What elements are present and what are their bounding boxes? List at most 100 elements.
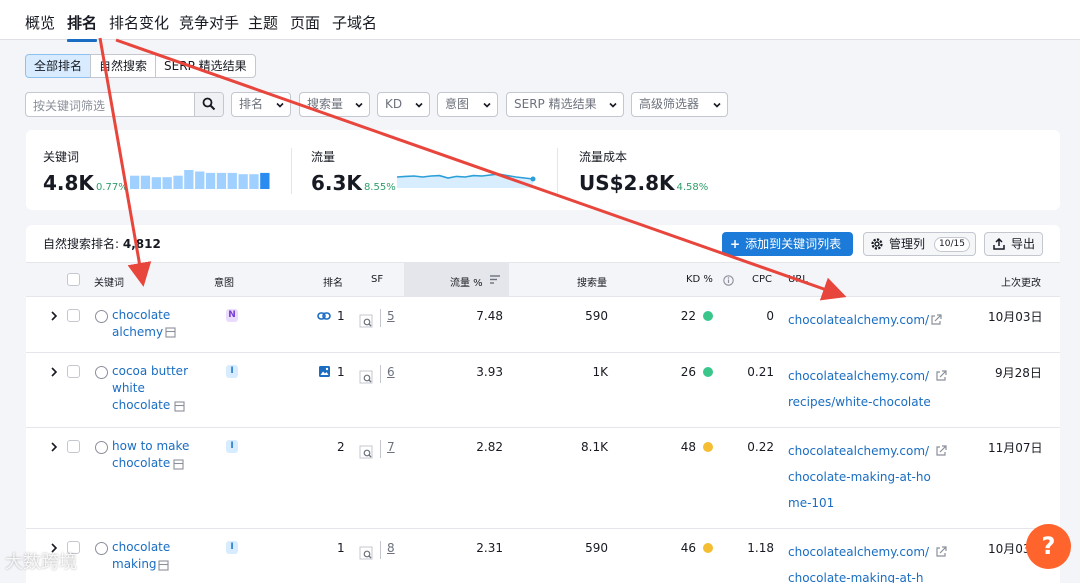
serp-snapshot-icon[interactable] — [173, 459, 184, 470]
add-keyword-icon[interactable] — [95, 366, 108, 379]
table-row: chocolate alchemy N 1 5 7.48 590 22 0 ch… — [26, 297, 1060, 353]
table-title-label: 自然搜索排名: — [43, 237, 120, 251]
external-link-icon[interactable] — [935, 370, 947, 382]
tab-pages[interactable]: 页面 — [290, 12, 320, 33]
keywords-trend-bar — [140, 175, 151, 189]
sf-count[interactable]: 6 — [387, 365, 395, 379]
header-volume[interactable]: 搜索量 — [577, 274, 607, 289]
traffic-metric: 流量 6.3K 8.55% — [311, 148, 396, 195]
header-keyword[interactable]: 关键词 — [94, 274, 124, 289]
row-checkbox[interactable] — [67, 309, 80, 322]
keyword-link[interactable]: chocolate making — [112, 539, 182, 573]
divider — [557, 148, 558, 194]
scope-organic[interactable]: 自然搜索 — [90, 54, 157, 78]
add-keyword-icon[interactable] — [95, 542, 108, 555]
keywords-label: 关键词 — [43, 150, 80, 164]
traffic-sparkline — [397, 173, 536, 188]
keywords-trend-bar — [195, 171, 205, 189]
serp-features-icon[interactable] — [359, 370, 373, 384]
intent-filter[interactable]: 意图 — [437, 92, 498, 117]
tab-positions[interactable]: 排名 — [67, 12, 98, 42]
chevron-down-icon — [355, 102, 363, 108]
keywords-trend-bar — [238, 174, 248, 189]
keywords-trend-bar — [130, 175, 140, 189]
kd-value: 22 — [680, 309, 696, 323]
sf-count[interactable]: 5 — [387, 309, 395, 323]
keyword-link[interactable]: how to make chocolate — [112, 438, 197, 472]
keyword-filter-placeholder: 按关键词筛选 — [33, 99, 106, 113]
volume-filter-label: 搜索量 — [307, 97, 344, 111]
select-all-checkbox[interactable] — [67, 273, 80, 286]
chevron-right-icon[interactable] — [50, 367, 58, 377]
chevron-down-icon — [609, 102, 617, 108]
tab-overview[interactable]: 概览 — [25, 12, 55, 33]
tab-subdomains[interactable]: 子域名 — [332, 12, 377, 33]
tab-topics[interactable]: 主题 — [248, 12, 278, 33]
traffic-change: 8.55% — [363, 182, 396, 193]
search-volume: 8.1K — [581, 440, 608, 454]
add-to-keyword-list-button[interactable]: + 添加到关键词列表 — [722, 232, 853, 256]
url-link[interactable]: chocolatealchemy.com/chocolate-making-at… — [788, 539, 933, 583]
kd-filter[interactable]: KD — [377, 92, 430, 117]
header-url[interactable]: URL — [788, 274, 808, 285]
scope-all[interactable]: 全部排名 — [25, 54, 92, 78]
kd-filter-label: KD — [385, 97, 403, 111]
serp-snapshot-icon[interactable] — [165, 327, 176, 338]
serp-snapshot-icon[interactable] — [158, 560, 169, 571]
watermark-text: 大数跨境 — [5, 552, 77, 573]
header-position[interactable]: 排名 — [323, 274, 343, 289]
serp-features-icon[interactable] — [359, 546, 373, 560]
serp-features-icon[interactable] — [359, 445, 373, 459]
search-button[interactable] — [194, 93, 223, 116]
external-link-icon[interactable] — [935, 546, 947, 558]
keywords-trend-bar — [260, 172, 270, 189]
add-keyword-icon[interactable] — [95, 441, 108, 454]
url-link[interactable]: chocolatealchemy.com/ — [788, 307, 933, 333]
plus-icon: + — [730, 237, 741, 251]
volume-filter[interactable]: 搜索量 — [299, 92, 370, 117]
serp-snapshot-icon[interactable] — [174, 401, 185, 412]
row-checkbox[interactable] — [67, 440, 80, 453]
sf-count[interactable]: 8 — [387, 541, 395, 555]
external-link-icon[interactable] — [930, 314, 942, 326]
chevron-right-icon[interactable] — [50, 442, 58, 452]
chevron-right-icon[interactable] — [50, 311, 58, 321]
sf-count[interactable]: 7 — [387, 440, 395, 454]
header-traffic[interactable]: 流量 % — [450, 274, 483, 289]
header-last-updated[interactable]: 上次更改 — [1001, 274, 1041, 289]
kd-value: 26 — [680, 365, 696, 379]
row-checkbox[interactable] — [67, 365, 80, 378]
export-button[interactable]: 导出 — [984, 232, 1043, 256]
header-intent[interactable]: 意图 — [214, 274, 234, 289]
scope-serp-features[interactable]: SERP 精选结果 — [155, 54, 256, 78]
last-updated: 9月28日 — [995, 366, 1042, 380]
url-link[interactable]: chocolatealchemy.com/recipes/white-choco… — [788, 363, 933, 415]
kd-indicator — [703, 311, 713, 321]
header-cpc[interactable]: CPC — [752, 274, 772, 285]
kd-indicator — [703, 442, 713, 452]
cost-metric: 流量成本 US$2.8K 4.58% — [579, 148, 708, 195]
serp-features-filter-label: SERP 精选结果 — [514, 97, 597, 111]
help-button[interactable]: ? — [1026, 524, 1071, 569]
cost-change: 4.58% — [676, 182, 709, 193]
add-keyword-icon[interactable] — [95, 310, 108, 323]
image-icon — [319, 366, 330, 377]
table-header: 关键词 意图 排名 SF 流量 % 搜索量 KD % CPC URL 上次更改 — [26, 262, 1060, 297]
external-link-icon[interactable] — [935, 445, 947, 457]
manage-columns-button[interactable]: 管理列 10/15 — [863, 232, 976, 256]
header-sf[interactable]: SF — [371, 274, 383, 285]
url-link[interactable]: chocolatealchemy.com/chocolate-making-at… — [788, 438, 933, 516]
tab-position-changes[interactable]: 排名变化 — [109, 12, 169, 33]
divider — [380, 365, 381, 383]
serp-features-filter[interactable]: SERP 精选结果 — [506, 92, 624, 117]
serp-features-icon[interactable] — [359, 314, 373, 328]
keyword-filter-input[interactable]: 按关键词筛选 — [25, 92, 224, 117]
traffic-label: 流量 — [311, 150, 336, 164]
tab-competitors[interactable]: 竞争对手 — [179, 12, 239, 33]
manage-columns-label: 管理列 — [889, 237, 926, 251]
position-filter[interactable]: 排名 — [231, 92, 291, 117]
traffic-percent: 2.31 — [476, 541, 503, 555]
cpc-value: 0 — [766, 309, 774, 323]
advanced-filter[interactable]: 高级筛选器 — [631, 92, 728, 117]
header-kd[interactable]: KD % — [686, 274, 713, 285]
